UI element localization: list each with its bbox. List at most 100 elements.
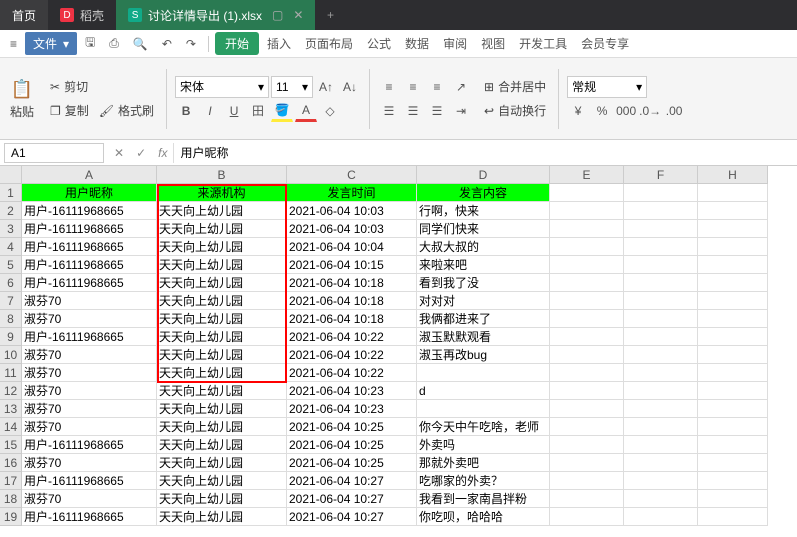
cell[interactable]	[698, 490, 768, 508]
cell[interactable]: 发言内容	[417, 184, 550, 202]
grid-body[interactable]: 用户昵称来源机构发言时间发言内容用户-16111968665天天向上幼儿园202…	[22, 184, 768, 526]
cell[interactable]: 天天向上幼儿园	[157, 508, 287, 526]
fx-confirm-icon[interactable]: ✓	[130, 146, 152, 160]
cell[interactable]	[698, 184, 768, 202]
cell[interactable]	[550, 310, 624, 328]
cell[interactable]: 来啦来吧	[417, 256, 550, 274]
cell[interactable]	[624, 508, 698, 526]
cell[interactable]	[550, 490, 624, 508]
col-header[interactable]: A	[22, 166, 157, 184]
cell[interactable]	[624, 220, 698, 238]
tab-pagelayout[interactable]: 页面布局	[299, 32, 359, 55]
currency-button[interactable]: ¥	[567, 100, 589, 122]
cell[interactable]	[624, 292, 698, 310]
cell[interactable]: 2021-06-04 10:03	[287, 220, 417, 238]
cell[interactable]	[624, 238, 698, 256]
row-header[interactable]: 2	[0, 202, 22, 220]
cell[interactable]	[624, 184, 698, 202]
cell[interactable]: 淑芬70	[22, 418, 157, 436]
cell[interactable]	[698, 382, 768, 400]
cell[interactable]	[624, 454, 698, 472]
cell[interactable]	[698, 274, 768, 292]
underline-button[interactable]: U	[223, 100, 245, 122]
cell[interactable]: 天天向上幼儿园	[157, 400, 287, 418]
orientation-button[interactable]: ↗	[450, 76, 472, 98]
cell[interactable]	[698, 418, 768, 436]
cell[interactable]	[550, 274, 624, 292]
cell[interactable]: 2021-06-04 10:23	[287, 400, 417, 418]
cell[interactable]	[624, 418, 698, 436]
cell[interactable]: 用户-16111968665	[22, 436, 157, 454]
cell[interactable]	[698, 202, 768, 220]
merge-button[interactable]: ⊞合并居中	[480, 76, 550, 98]
cell[interactable]: 用户-16111968665	[22, 202, 157, 220]
cell[interactable]: 2021-06-04 10:22	[287, 364, 417, 382]
cell[interactable]: 2021-06-04 10:04	[287, 238, 417, 256]
cell[interactable]: 发言时间	[287, 184, 417, 202]
tab-insert[interactable]: 插入	[261, 32, 297, 55]
cell[interactable]: 淑芬70	[22, 400, 157, 418]
copy-button[interactable]: ❐复制	[46, 100, 93, 122]
percent-button[interactable]: %	[591, 100, 613, 122]
cell[interactable]: 2021-06-04 10:15	[287, 256, 417, 274]
number-format-select[interactable]: 常规▾	[567, 76, 647, 98]
cell[interactable]: 我俩都进来了	[417, 310, 550, 328]
cell[interactable]	[698, 346, 768, 364]
cell[interactable]	[550, 220, 624, 238]
cell[interactable]: 用户-16111968665	[22, 328, 157, 346]
cell[interactable]	[550, 436, 624, 454]
cell[interactable]	[624, 328, 698, 346]
cell[interactable]: 淑芬70	[22, 364, 157, 382]
col-header[interactable]: D	[417, 166, 550, 184]
cell[interactable]	[624, 400, 698, 418]
redo-icon[interactable]: ↷	[180, 34, 202, 54]
comma-button[interactable]: 000	[615, 100, 637, 122]
row-header[interactable]: 8	[0, 310, 22, 328]
indent-button[interactable]: ⇥	[450, 100, 472, 122]
cell[interactable]	[698, 328, 768, 346]
cell[interactable]: 用户-16111968665	[22, 274, 157, 292]
cell[interactable]	[698, 454, 768, 472]
decrease-decimal-button[interactable]: .00	[663, 100, 685, 122]
cell[interactable]	[550, 382, 624, 400]
tab-data[interactable]: 数据	[399, 32, 435, 55]
cell[interactable]: 淑芬70	[22, 454, 157, 472]
font-color-button[interactable]: A	[295, 100, 317, 122]
cell[interactable]	[698, 220, 768, 238]
align-top-button[interactable]: ≡	[378, 76, 400, 98]
tab-formula[interactable]: 公式	[361, 32, 397, 55]
row-header[interactable]: 1	[0, 184, 22, 202]
cell[interactable]: 你吃呗，哈哈哈	[417, 508, 550, 526]
cell[interactable]	[550, 238, 624, 256]
cell[interactable]: 看到我了没	[417, 274, 550, 292]
cell[interactable]	[698, 310, 768, 328]
cell[interactable]: 天天向上幼儿园	[157, 238, 287, 256]
cell[interactable]: 那就外卖吧	[417, 454, 550, 472]
cell[interactable]: 2021-06-04 10:27	[287, 490, 417, 508]
wrap-text-button[interactable]: ↩自动换行	[480, 100, 550, 122]
cell[interactable]	[698, 238, 768, 256]
cell[interactable]	[698, 364, 768, 382]
cell[interactable]	[624, 274, 698, 292]
col-header[interactable]: E	[550, 166, 624, 184]
name-box[interactable]: A1	[4, 143, 104, 163]
cell[interactable]	[698, 256, 768, 274]
cell[interactable]: 天天向上幼儿园	[157, 220, 287, 238]
cell[interactable]	[624, 490, 698, 508]
cell[interactable]: 大叔大叔的	[417, 238, 550, 256]
row-header[interactable]: 3	[0, 220, 22, 238]
col-header[interactable]: F	[624, 166, 698, 184]
cell[interactable]: 天天向上幼儿园	[157, 418, 287, 436]
cell[interactable]: 淑玉再改bug	[417, 346, 550, 364]
italic-button[interactable]: I	[199, 100, 221, 122]
cell[interactable]: 2021-06-04 10:18	[287, 310, 417, 328]
align-right-button[interactable]: ☰	[426, 100, 448, 122]
cell[interactable]: 淑芬70	[22, 310, 157, 328]
cell[interactable]	[550, 346, 624, 364]
clear-format-button[interactable]: ◇	[319, 100, 341, 122]
cell[interactable]	[550, 508, 624, 526]
bold-button[interactable]: B	[175, 100, 197, 122]
cell[interactable]: 2021-06-04 10:27	[287, 508, 417, 526]
decrease-font-button[interactable]: A↓	[339, 76, 361, 98]
cell[interactable]: 天天向上幼儿园	[157, 328, 287, 346]
